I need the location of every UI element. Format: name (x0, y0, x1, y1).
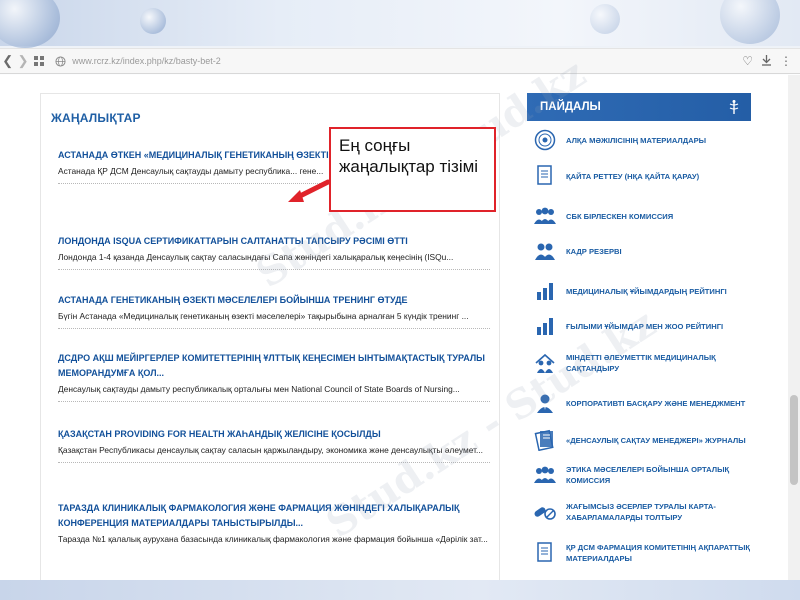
news-item[interactable]: ТАРАЗДА КЛИНИКАЛЫҚ ФАРМАКОЛОГИЯ ЖӘНЕ ФАР… (58, 501, 490, 547)
address-bar[interactable]: www.rcrz.kz/index.php/kz/basty-bet-2 (52, 49, 742, 73)
news-title-link[interactable]: ТАРАЗДА КЛИНИКАЛЫҚ ФАРМАКОЛОГИЯ ЖӘНЕ ФАР… (58, 501, 490, 531)
useful-link-label[interactable]: АЛҚА МӘЖІЛІСІНІҢ МАТЕРИАЛДАРЫ (566, 135, 706, 146)
url-text: www.rcrz.kz/index.php/kz/basty-bet-2 (72, 56, 221, 66)
group-icon (533, 204, 557, 228)
useful-link-label[interactable]: МЕДИЦИНАЛЫҚ ҰЙЫМДАРДЫҢ РЕЙТИНГІ (566, 286, 727, 297)
news-title-link[interactable]: ДСДРО АҚШ МЕЙІРГЕРЛЕР КОМИТЕТТЕРІНІҢ ҰЛТ… (58, 351, 490, 381)
slide-footer-band (0, 580, 800, 600)
useful-link[interactable]: ҚР ДСМ ФАРМАЦИЯ КОМИТЕТІНІҢ АҚПАРАТТЫҚ М… (533, 541, 751, 565)
group-icon (533, 463, 557, 487)
divider (58, 328, 490, 329)
favorite-heart-icon[interactable]: ♡ (742, 54, 753, 68)
useful-link[interactable]: МЕДИЦИНАЛЫҚ ҰЙЫМДАРДЫҢ РЕЙТИНГІ (533, 279, 751, 303)
useful-link[interactable]: «ДЕНСАУЛЫҚ САҚТАУ МЕНЕДЖЕРІ» ЖУРНАЛЫ (533, 428, 751, 452)
globe-icon (52, 53, 68, 69)
menu-icon[interactable]: ⋮ (780, 54, 792, 68)
useful-link-label[interactable]: КАДР РЕЗЕРВІ (566, 246, 622, 257)
useful-link-label[interactable]: ЖАҒЫМСЫЗ ӘСЕРЛЕР ТУРАЛЫ КАРТА-ХАБАРЛАМАЛ… (566, 501, 751, 523)
decorative-bubble (0, 0, 60, 48)
document-icon (533, 541, 557, 565)
grid-icon[interactable] (31, 49, 46, 73)
news-excerpt: Таразда №1 қалалық аурухана базасында кл… (58, 534, 488, 544)
callout-text: Ең соңғы жаңалықтар тізімі (339, 136, 479, 176)
back-arrow-icon[interactable]: ❮ (0, 49, 15, 73)
decorative-bubble (720, 0, 780, 44)
useful-link-label[interactable]: ҚР ДСМ ФАРМАЦИЯ КОМИТЕТІНІҢ АҚПАРАТТЫҚ М… (566, 542, 751, 564)
page-scrollbar[interactable] (788, 75, 800, 580)
useful-link[interactable]: ЭТИКА МӘСЕЛЕЛЕРІ БОЙЫНША ОРТАЛЫҚ КОМИССИ… (533, 463, 751, 487)
useful-link[interactable]: АЛҚА МӘЖІЛІСІНІҢ МАТЕРИАЛДАРЫ (533, 128, 751, 152)
pills-icon (533, 500, 557, 524)
useful-link-label[interactable]: ҚАЙТА РЕТТЕУ (НҚА ҚАЙТА ҚАРАУ) (566, 171, 699, 182)
news-excerpt: Бүгін Астанада «Медициналық генетиканың … (58, 311, 469, 321)
useful-link-label[interactable]: КОРПОРАТИВТІ БАСҚАРУ ЖӘНЕ МЕНЕДЖМЕНТ (566, 398, 745, 409)
news-section-title: ЖАҢАЛЫҚТАР (51, 111, 141, 125)
seal-icon (533, 128, 557, 152)
document-icon (533, 164, 557, 188)
useful-link-label[interactable]: ЭТИКА МӘСЕЛЕЛЕРІ БОЙЫНША ОРТАЛЫҚ КОМИССИ… (566, 464, 751, 486)
medical-emblem-icon (725, 98, 743, 116)
forward-arrow-icon[interactable]: ❯ (15, 49, 30, 73)
journal-icon (533, 428, 557, 452)
download-icon[interactable] (761, 54, 772, 69)
useful-link-label[interactable]: «ДЕНСАУЛЫҚ САҚТАУ МЕНЕДЖЕРІ» ЖУРНАЛЫ (566, 435, 746, 446)
scrollbar-thumb[interactable] (790, 395, 798, 485)
useful-link[interactable]: ЖАҒЫМСЫЗ ӘСЕРЛЕР ТУРАЛЫ КАРТА-ХАБАРЛАМАЛ… (533, 500, 751, 524)
useful-link-label[interactable]: СБК БІРЛЕСКЕН КОМИССИЯ (566, 211, 673, 222)
news-item[interactable]: ДСДРО АҚШ МЕЙІРГЕРЛЕР КОМИТЕТТЕРІНІҢ ҰЛТ… (58, 351, 490, 402)
callout-box: Ең соңғы жаңалықтар тізімі (329, 127, 496, 212)
callout-arrow-icon (288, 179, 331, 202)
bar-chart-icon (533, 279, 557, 303)
decorative-bubble (140, 8, 166, 34)
browser-toolbar: ❮ ❯ www.rcrz.kz/index.php/kz/basty-bet-2… (0, 48, 800, 74)
people-icon (533, 239, 557, 263)
divider (58, 401, 490, 402)
decorative-bubble (590, 4, 620, 34)
news-item[interactable]: АСТАНАДА ГЕНЕТИКАНЫҢ ӨЗЕКТІ МӘСЕЛЕЛЕРІ Б… (58, 293, 490, 329)
slide-header-banner (0, 0, 800, 48)
useful-link[interactable]: ҚАЙТА РЕТТЕУ (НҚА ҚАЙТА ҚАРАУ) (533, 164, 751, 188)
useful-link[interactable]: СБК БІРЛЕСКЕН КОМИССИЯ (533, 204, 751, 228)
bar-chart-icon (533, 314, 557, 338)
news-excerpt: Денсаулық сақтауды дамыту республикалық … (58, 384, 460, 394)
useful-link[interactable]: КАДР РЕЗЕРВІ (533, 239, 751, 263)
